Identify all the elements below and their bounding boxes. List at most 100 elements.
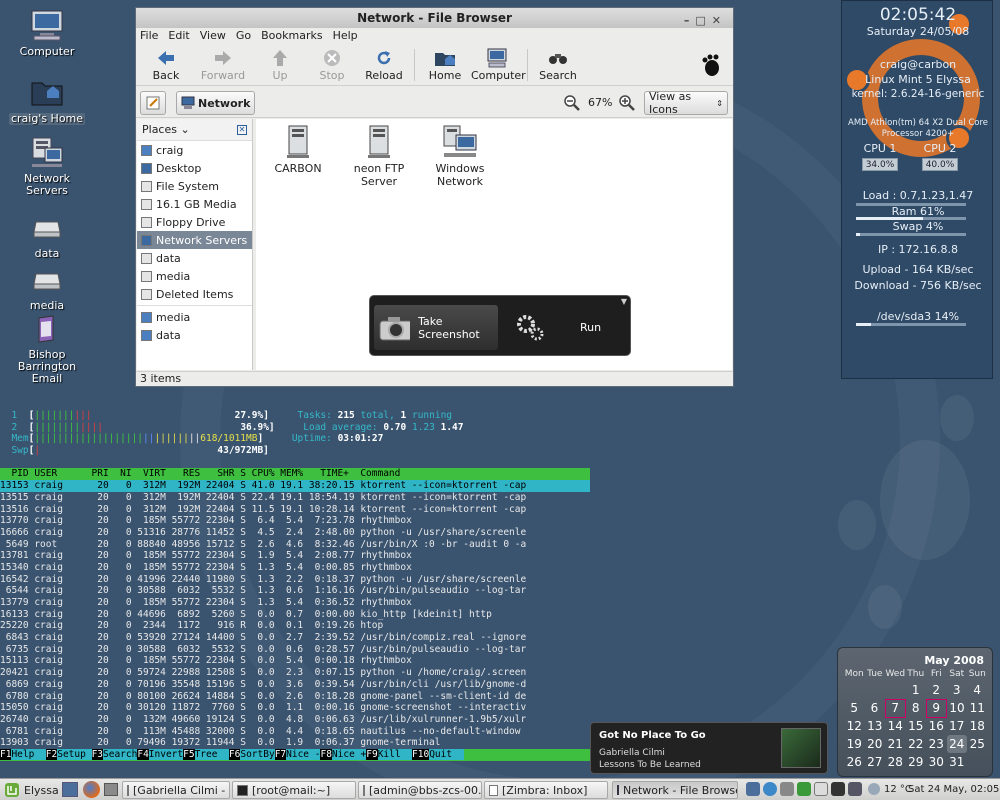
htop-process-row[interactable]: 13515 craig 20 0 312M 192M 22404 S 22.4 … xyxy=(0,492,590,504)
desktop-icon-data[interactable]: data xyxy=(7,210,87,260)
calendar-day[interactable]: 17 xyxy=(947,717,968,735)
htop-process-row[interactable]: 13903 craig 20 0 79496 19372 11944 S 0.0… xyxy=(0,737,590,749)
htop-process-row[interactable]: 15113 craig 20 0 185M 55772 22304 S 0.0 … xyxy=(0,655,590,667)
tray-volume-icon[interactable] xyxy=(831,782,845,796)
calendar-day[interactable]: 15 xyxy=(906,717,927,735)
htop-process-row[interactable]: 13781 craig 20 0 185M 55772 22304 S 1.9 … xyxy=(0,550,590,562)
calendar-day[interactable]: 4 xyxy=(967,681,988,699)
calendar-day[interactable]: 31 xyxy=(947,753,968,771)
sidebar-item-file-system[interactable]: File System xyxy=(137,177,252,195)
calendar-day[interactable]: 1 xyxy=(906,681,927,699)
calendar-day[interactable]: 19 xyxy=(844,735,865,753)
toggle-location-button[interactable] xyxy=(140,91,166,115)
tray-web-icon[interactable] xyxy=(763,782,777,796)
fkey-key[interactable]: F4 xyxy=(137,748,149,760)
calendar-day[interactable]: 27 xyxy=(865,753,886,771)
htop-process-row[interactable]: 13153 craig 20 0 312M 192M 22404 S 41.0 … xyxy=(0,480,590,492)
calendar-day[interactable]: 16 xyxy=(926,717,947,735)
desktop-icon-home[interactable]: craig's Home xyxy=(7,75,87,125)
view-mode-select[interactable]: View as Icons ⇕ xyxy=(644,90,728,116)
back-button[interactable]: Back xyxy=(140,47,192,85)
calendar-day[interactable]: 20 xyxy=(865,735,886,753)
tray-update-icon[interactable] xyxy=(797,782,811,796)
fkey-key[interactable]: F8 xyxy=(320,748,332,760)
calendar-day[interactable]: 26 xyxy=(844,753,865,771)
menu-edit[interactable]: Edit xyxy=(168,28,189,44)
htop-process-row[interactable]: 15050 craig 20 0 30120 11872 7760 S 0.0 … xyxy=(0,702,590,714)
calendar-day[interactable]: 28 xyxy=(885,753,906,771)
calendar-day[interactable]: 5 xyxy=(844,699,865,717)
zoom-in-button[interactable] xyxy=(619,95,635,114)
desktop-icon-email[interactable]: Bishop Barrington Email xyxy=(7,312,87,385)
fkey-key[interactable]: F9 xyxy=(366,748,378,760)
menu-help[interactable]: Help xyxy=(333,28,358,44)
show-desktop-icon[interactable] xyxy=(62,782,78,797)
calendar-day[interactable]: 2 xyxy=(926,681,947,699)
sidebar-item-floppy[interactable]: Floppy Drive xyxy=(137,213,252,231)
bookmark-media[interactable]: media xyxy=(137,308,252,326)
firefox-launcher-icon[interactable] xyxy=(83,781,100,798)
fkey-key[interactable]: F5 xyxy=(183,748,195,760)
close-sidebar-icon[interactable]: ✕ xyxy=(237,124,247,135)
home-button[interactable]: Home xyxy=(419,47,471,85)
computer-button[interactable]: Computer xyxy=(471,47,526,85)
htop-process-row[interactable]: 13770 craig 20 0 185M 55772 22304 S 6.4 … xyxy=(0,515,590,527)
menu-file[interactable]: File xyxy=(140,28,158,44)
now-playing-notification[interactable]: Got No Place To Go Gabriella Cilmi Lesso… xyxy=(590,722,828,774)
calendar-day[interactable]: 30 xyxy=(926,753,947,771)
calendar-day[interactable]: 22 xyxy=(906,735,927,753)
calendar-day[interactable]: 23 xyxy=(926,735,947,753)
calendar-day[interactable]: 3 xyxy=(947,681,968,699)
htop-process-row[interactable]: 6780 craig 20 0 80100 26624 14884 S 0.0 … xyxy=(0,691,590,703)
fkey-key[interactable]: F10 xyxy=(412,748,430,760)
window-titlebar[interactable]: Network - File Browser –□✕ xyxy=(136,8,733,28)
bookmark-data[interactable]: data xyxy=(137,326,252,344)
menu-bookmarks[interactable]: Bookmarks xyxy=(261,28,322,44)
calendar-day[interactable]: 13 xyxy=(865,717,886,735)
fkey-key[interactable]: F6 xyxy=(228,748,241,760)
sidebar-item-craig[interactable]: craig xyxy=(137,141,252,159)
htop-process-row[interactable]: 6781 craig 20 0 113M 45488 32000 S 0.0 4… xyxy=(0,726,590,738)
minimize-button[interactable]: – xyxy=(684,14,696,27)
htop-process-row[interactable]: 15340 craig 20 0 185M 55772 22304 S 1.3 … xyxy=(0,562,590,574)
calendar-day[interactable]: 6 xyxy=(865,699,886,717)
sidebar-item-media[interactable]: media xyxy=(137,267,252,285)
desktop-icon-computer[interactable]: Computer xyxy=(7,8,87,58)
htop-process-row[interactable]: 25220 craig 20 0 2344 1172 916 R 0.0 0.1… xyxy=(0,620,590,632)
calendar-day[interactable]: 24 xyxy=(946,735,967,753)
file-manager-launcher-icon[interactable] xyxy=(104,783,118,796)
zoom-level[interactable]: 67% xyxy=(588,96,612,109)
menu-view[interactable]: View xyxy=(200,28,226,44)
reload-button[interactable]: Reload xyxy=(358,47,410,85)
fkey-label[interactable]: SortBy xyxy=(240,748,275,760)
calendar-day[interactable]: 11 xyxy=(967,699,988,717)
sidebar-item-data[interactable]: data xyxy=(137,249,252,267)
sidebar-item-media-volume[interactable]: 16.1 GB Media xyxy=(137,195,252,213)
tray-window-icon[interactable] xyxy=(746,782,760,796)
calendar-day[interactable]: 12 xyxy=(844,717,865,735)
tray-gear-icon[interactable] xyxy=(780,782,794,796)
taskbar-clock[interactable]: Sat 24 May, 02:05 xyxy=(908,784,999,795)
calendar-day[interactable]: 18 xyxy=(967,717,988,735)
menu-go[interactable]: Go xyxy=(236,28,251,44)
sidebar-item-network-servers[interactable]: Network Servers xyxy=(137,231,252,249)
calendar-day[interactable]: 25 xyxy=(967,735,988,753)
network-item-ftp[interactable]: neon FTP Server xyxy=(341,125,417,188)
htop-process-row[interactable]: 6544 craig 20 0 30588 6032 5532 S 1.3 0.… xyxy=(0,585,590,597)
fkey-label[interactable]: Setup xyxy=(57,748,92,760)
htop-process-row[interactable]: 13516 craig 20 0 312M 192M 22404 S 11.5 … xyxy=(0,504,590,516)
task-file-browser[interactable]: Network - File Browser xyxy=(612,781,738,799)
calendar-day[interactable]: 21 xyxy=(885,735,906,753)
calendar-day[interactable]: 14 xyxy=(885,717,906,735)
zoom-out-button[interactable] xyxy=(564,95,580,114)
sidebar-item-desktop[interactable]: Desktop xyxy=(137,159,252,177)
search-button[interactable]: Search xyxy=(532,47,584,85)
htop-process-row[interactable]: 5649 root 20 0 88840 48956 15712 S 2.6 4… xyxy=(0,539,590,551)
fkey-label[interactable]: Nice - xyxy=(286,748,321,760)
htop-process-row[interactable]: 16133 craig 20 0 44696 6892 5260 S 0.0 0… xyxy=(0,609,590,621)
network-item-carbon[interactable]: CARBON xyxy=(260,125,336,175)
network-item-windows[interactable]: Windows Network xyxy=(422,125,498,188)
fkey-label[interactable]: Help xyxy=(11,748,46,760)
htop-process-row[interactable]: 16542 craig 20 0 41996 22440 11980 S 1.3… xyxy=(0,574,590,586)
up-button[interactable]: Up xyxy=(254,47,306,85)
